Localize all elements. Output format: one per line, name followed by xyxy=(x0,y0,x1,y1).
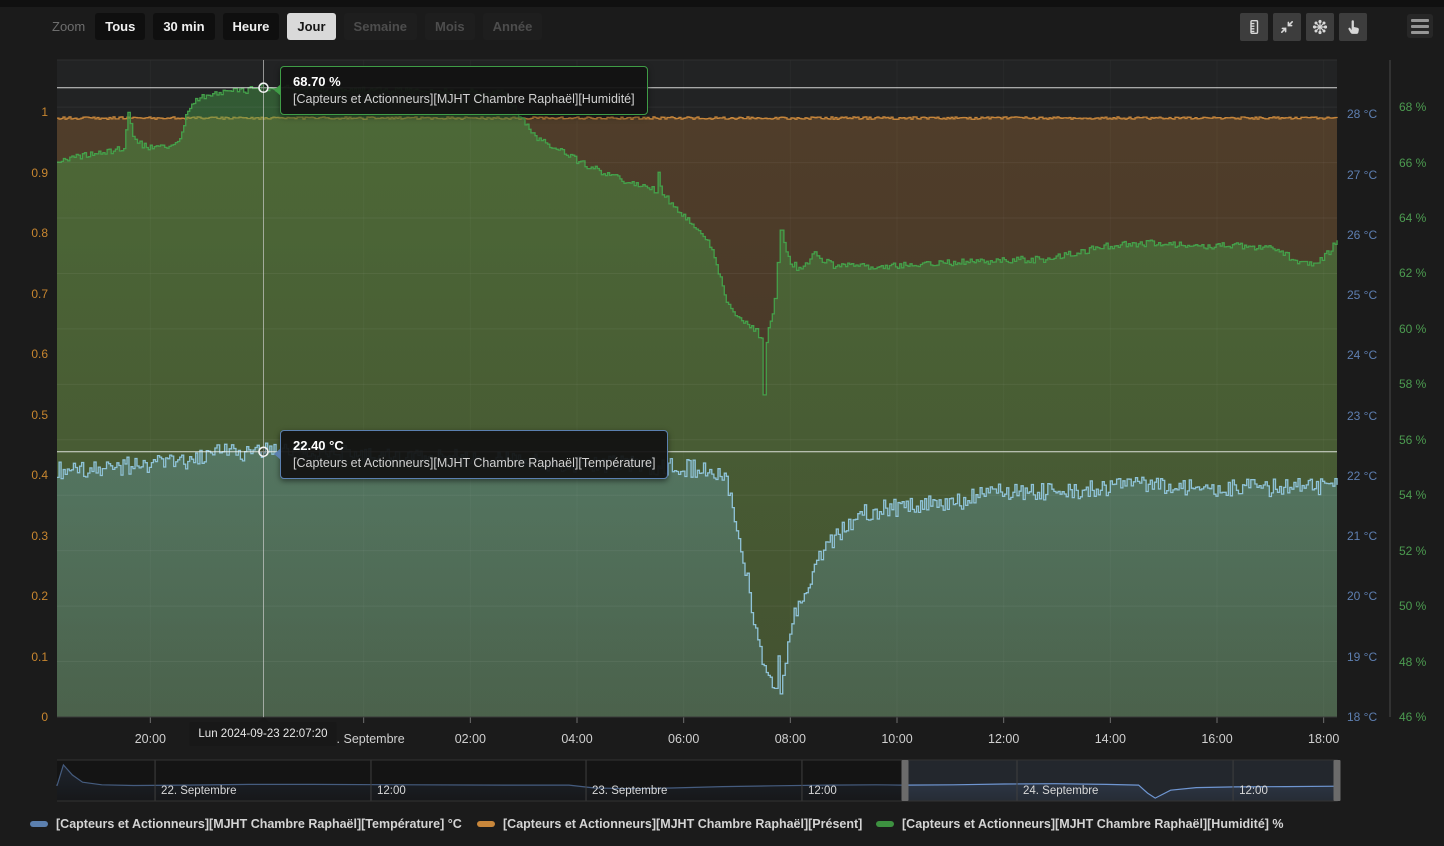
legend: [Capteurs et Actionneurs][MJHT Chambre R… xyxy=(0,817,1444,839)
temperature-point-marker xyxy=(259,447,268,456)
tooltip-temperature-series: [Capteurs et Actionneurs][MJHT Chambre R… xyxy=(293,456,655,470)
snowflake-icon[interactable] xyxy=(1306,13,1334,41)
tooltip-temperature-value: 22.40 °C xyxy=(293,438,655,453)
ruler-icon[interactable] xyxy=(1240,13,1268,41)
tooltip-temperature: 22.40 °C [Capteurs et Actionneurs][MJHT … xyxy=(280,430,668,479)
legend-label-humidity: [Capteurs et Actionneurs][MJHT Chambre R… xyxy=(902,817,1284,831)
menu-bar xyxy=(1411,19,1429,22)
chart-panel: Zoom Tous 30 min Heure Jour Semaine Mois… xyxy=(0,0,1444,846)
zoom-label: Zoom xyxy=(52,19,85,34)
legend-swatch-humidity xyxy=(876,821,894,827)
tooltip-humidity: 68.70 % [Capteurs et Actionneurs][MJHT C… xyxy=(280,66,648,115)
crosshair-date-label: Lun 2024-09-23 22:07:20 xyxy=(189,722,336,746)
zoom-toolbar: Zoom Tous 30 min Heure Jour Semaine Mois… xyxy=(52,13,542,40)
zoom-range-button-mois: Mois xyxy=(425,13,475,40)
navigator-mask xyxy=(57,760,905,801)
zoom-range-button-annee: Année xyxy=(483,13,543,40)
legend-label-temperature: [Capteurs et Actionneurs][MJHT Chambre R… xyxy=(56,817,462,831)
chart-tools xyxy=(1240,13,1367,41)
zoom-range-button-jour[interactable]: Jour xyxy=(287,13,335,40)
zoom-range-button-heure[interactable]: Heure xyxy=(223,13,280,40)
legend-item-present[interactable]: [Capteurs et Actionneurs][MJHT Chambre R… xyxy=(477,817,862,831)
navigator-handle-right[interactable] xyxy=(1334,760,1341,801)
legend-swatch-present xyxy=(477,821,495,827)
zoom-range-button-tous[interactable]: Tous xyxy=(95,13,145,40)
navigator-handle-left[interactable] xyxy=(902,760,909,801)
chart-plot-area[interactable] xyxy=(0,0,1444,846)
menu-bar xyxy=(1411,25,1429,28)
tooltip-humidity-series: [Capteurs et Actionneurs][MJHT Chambre R… xyxy=(293,92,635,106)
zoom-range-button-30min[interactable]: 30 min xyxy=(153,13,214,40)
series-area-2 xyxy=(57,443,1337,717)
humidity-point-marker xyxy=(259,83,268,92)
legend-item-humidity[interactable]: [Capteurs et Actionneurs][MJHT Chambre R… xyxy=(876,817,1284,831)
menu-bar xyxy=(1411,31,1429,34)
legend-item-temperature[interactable]: [Capteurs et Actionneurs][MJHT Chambre R… xyxy=(30,817,462,831)
collapse-arrows-icon[interactable] xyxy=(1273,13,1301,41)
legend-swatch-temperature xyxy=(30,821,48,827)
hand-icon[interactable] xyxy=(1339,13,1367,41)
zoom-range-button-semaine: Semaine xyxy=(344,13,417,40)
tooltip-humidity-value: 68.70 % xyxy=(293,74,635,89)
legend-label-present: [Capteurs et Actionneurs][MJHT Chambre R… xyxy=(503,817,862,831)
menu-icon[interactable] xyxy=(1407,14,1433,38)
